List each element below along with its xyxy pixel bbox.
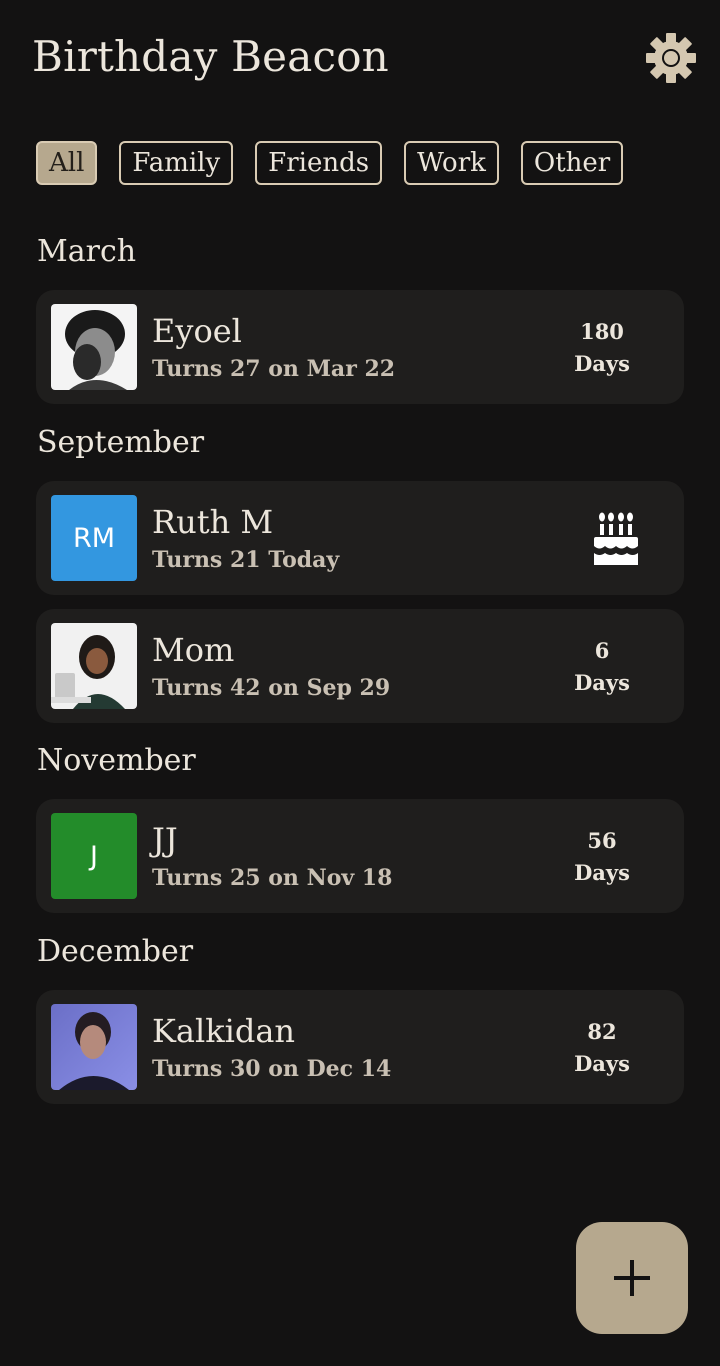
birthday-card-mom[interactable]: Mom Turns 42 on Sep 29 6 Days <box>36 609 684 723</box>
filter-chip-friends[interactable]: Friends <box>255 141 383 185</box>
app-screen: Birthday Beacon All Family Friends Work … <box>0 0 720 1366</box>
avatar-initials: J <box>51 813 137 899</box>
contact-name: Mom <box>152 631 235 669</box>
avatar <box>51 623 137 709</box>
month-header-november: November <box>37 743 196 778</box>
birthday-cake-icon <box>594 512 638 565</box>
birthday-card-eyoel[interactable]: Eyoel Turns 27 on Mar 22 180 Days <box>36 290 684 404</box>
month-header-september: September <box>37 425 205 460</box>
days-remaining: 82 Days <box>562 1016 642 1080</box>
filter-chip-family[interactable]: Family <box>119 141 234 185</box>
birthday-card-ruth-m[interactable]: RM Ruth M Turns 21 Today <box>36 481 684 595</box>
contact-name: Kalkidan <box>152 1012 296 1050</box>
days-count: 82 <box>587 1019 617 1044</box>
contact-name: Ruth M <box>152 503 274 541</box>
filter-chip-other[interactable]: Other <box>520 141 624 185</box>
days-label: Days <box>574 860 630 885</box>
days-count: 56 <box>587 828 617 853</box>
contact-name: Eyoel <box>152 312 242 350</box>
birthday-subtitle: Turns 27 on Mar 22 <box>152 356 396 382</box>
days-label: Days <box>574 351 630 376</box>
add-birthday-button[interactable] <box>576 1222 688 1334</box>
month-header-december: December <box>37 934 194 969</box>
birthday-subtitle: Turns 42 on Sep 29 <box>152 675 391 701</box>
birthday-card-jj[interactable]: J JJ Turns 25 on Nov 18 56 Days <box>36 799 684 913</box>
days-label: Days <box>574 1051 630 1076</box>
birthday-subtitle: Turns 25 on Nov 18 <box>152 865 393 891</box>
app-title: Birthday Beacon <box>32 32 389 81</box>
birthday-subtitle: Turns 30 on Dec 14 <box>152 1056 392 1082</box>
settings-button[interactable] <box>644 31 698 85</box>
gear-icon <box>646 33 696 83</box>
days-remaining: 56 Days <box>562 825 642 889</box>
days-count: 180 <box>580 319 624 344</box>
avatar-initials: RM <box>51 495 137 581</box>
days-remaining: 6 Days <box>562 635 642 699</box>
filter-chip-all[interactable]: All <box>36 141 98 185</box>
avatar <box>51 304 137 390</box>
days-count: 6 <box>594 638 610 663</box>
plus-icon <box>614 1260 650 1296</box>
filter-chip-work[interactable]: Work <box>404 141 499 185</box>
filter-chips: All Family Friends Work Other <box>36 141 624 185</box>
avatar <box>51 1004 137 1090</box>
days-label: Days <box>574 670 630 695</box>
contact-name: JJ <box>152 821 178 859</box>
month-header-march: March <box>37 234 137 269</box>
days-remaining: 180 Days <box>562 316 642 380</box>
birthday-card-kalkidan[interactable]: Kalkidan Turns 30 on Dec 14 82 Days <box>36 990 684 1104</box>
birthday-subtitle: Turns 21 Today <box>152 547 340 573</box>
